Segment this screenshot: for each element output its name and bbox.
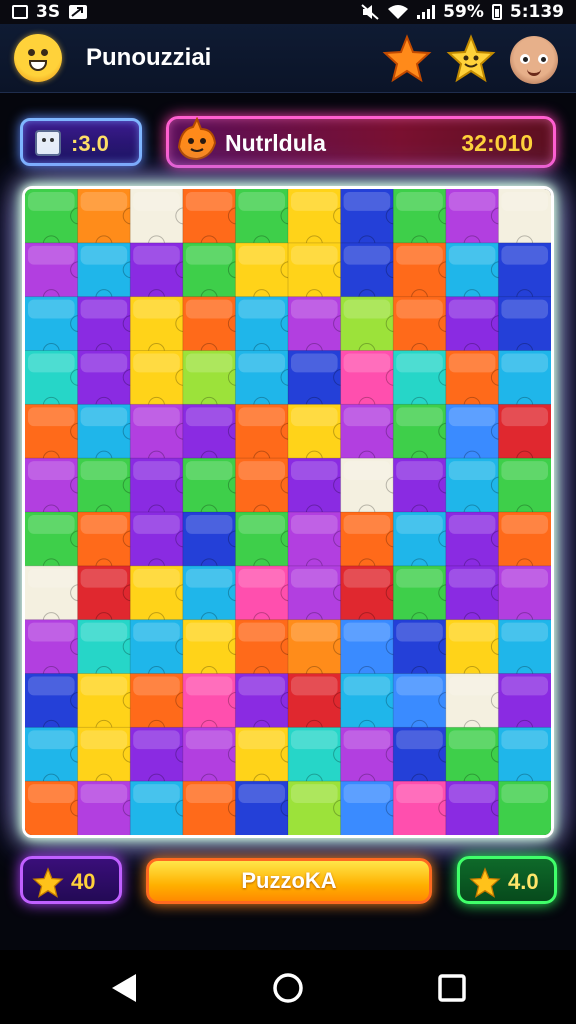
- puzzle-action-button[interactable]: PuzzoKA: [146, 858, 432, 904]
- app-title: Punouzziai: [86, 44, 212, 71]
- notification-icon: [12, 5, 28, 19]
- stars-counter-right: 4.0: [457, 856, 557, 904]
- orange-star-icon[interactable]: [382, 34, 432, 84]
- level-title: Nutrldula: [225, 130, 326, 156]
- stars-right-value: 4.0: [508, 869, 539, 894]
- mute-icon: [361, 4, 379, 20]
- message-icon: [69, 5, 88, 19]
- puzzle-grid[interactable]: [25, 189, 551, 835]
- stars-left-value: 40: [71, 869, 96, 894]
- gold-star-icon: [32, 867, 64, 898]
- user-face-icon[interactable]: [510, 36, 558, 84]
- back-triangle-icon[interactable]: [104, 970, 144, 1006]
- app-header: Punouzziai: [0, 24, 576, 93]
- smiley-face-icon[interactable]: [14, 34, 62, 82]
- yellow-star-icon[interactable]: [446, 34, 496, 84]
- battery-icon: [491, 4, 502, 20]
- system-nav-bar: [0, 950, 576, 1024]
- puzzle-board[interactable]: [22, 186, 554, 838]
- wifi-icon: [388, 5, 409, 19]
- level-banner: Nutrldula 32:010: [166, 116, 556, 168]
- fox-mascot-icon: [177, 117, 217, 161]
- puzzle-piece[interactable]: [498, 781, 551, 835]
- status-bar: 3S 59% 5:139: [0, 0, 576, 24]
- score-value: :3.0: [71, 131, 109, 156]
- recent-square-icon[interactable]: [431, 970, 471, 1006]
- status-time: 5:139: [509, 2, 564, 22]
- home-circle-icon[interactable]: [268, 970, 308, 1006]
- signal-icon: [417, 5, 436, 19]
- level-value: 32:010: [461, 130, 533, 156]
- robot-face-icon: [35, 130, 61, 156]
- battery-percent: 59%: [443, 2, 484, 22]
- status-left-text: 3S: [36, 2, 61, 22]
- score-pill: :3.0: [20, 118, 142, 166]
- gold-star-icon: [469, 867, 501, 898]
- stars-counter-left: 40: [20, 856, 122, 904]
